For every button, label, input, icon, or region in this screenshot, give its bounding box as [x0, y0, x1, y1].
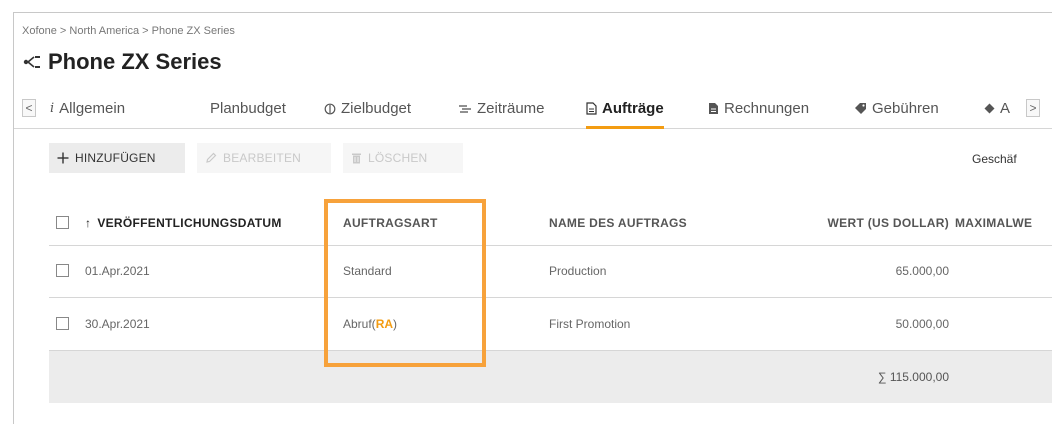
document-icon	[586, 102, 597, 115]
sum-row: ∑ 115.000,00	[49, 351, 1052, 403]
highlight-box-order-type	[324, 199, 486, 367]
sort-ascending-icon: ↑	[85, 216, 92, 230]
tag-icon	[854, 102, 867, 115]
diamond-icon	[984, 103, 995, 114]
table-row[interactable]: 01.Apr.2021 Standard Production 65.000,0…	[49, 245, 1052, 298]
breadcrumb: Xofone > North America > Phone ZX Series	[22, 25, 235, 37]
tab-gebuehren[interactable]: Gebühren	[854, 89, 939, 128]
info-icon: i	[50, 100, 55, 116]
tab-planbudget[interactable]: Planbudget	[210, 89, 286, 128]
select-all-checkbox[interactable]	[56, 216, 69, 229]
hierarchy-icon	[22, 52, 44, 72]
row-checkbox[interactable]	[56, 317, 69, 330]
column-header-maximum[interactable]: MAXIMALWE	[955, 216, 1032, 230]
trash-icon	[351, 152, 362, 164]
table-row[interactable]: 30.Apr.2021 Abruf(RA) First Promotion 50…	[49, 298, 1052, 351]
pencil-icon	[205, 152, 217, 164]
invoice-icon	[708, 102, 719, 115]
main-panel: Xofone > North America > Phone ZX Series…	[13, 12, 1052, 424]
page-title: Phone ZX Series	[48, 49, 222, 74]
row-checkbox[interactable]	[56, 264, 69, 277]
sum-icon: ∑	[877, 370, 887, 384]
delete-button[interactable]: LÖSCHEN	[343, 143, 463, 173]
tab-zielbudget[interactable]: Zielbudget	[324, 89, 411, 128]
tab-zeitraeume[interactable]: Zeiträume	[458, 89, 545, 128]
tab-scroll-left-button[interactable]: <	[22, 99, 36, 117]
tab-scroll-right-button[interactable]: >	[1026, 99, 1040, 117]
tab-rechnungen[interactable]: Rechnungen	[708, 89, 809, 128]
target-icon	[324, 103, 336, 115]
tab-allgemein[interactable]: i Allgemein	[50, 89, 125, 128]
add-button[interactable]: HINZUFÜGEN	[49, 143, 185, 173]
cell-order-name: Production	[549, 264, 607, 278]
tab-a[interactable]: A	[984, 89, 1010, 128]
cell-value: 50.000,00	[895, 317, 949, 331]
column-header-publication-date[interactable]: ↑ VERÖFFENTLICHUNGSDATUM	[85, 216, 282, 230]
column-header-order-name[interactable]: NAME DES AUFTRAGS	[549, 216, 687, 230]
timeline-icon	[458, 103, 472, 115]
cell-order-name: First Promotion	[549, 317, 631, 331]
cell-value: 65.000,00	[895, 264, 949, 278]
cell-publication-date: 30.Apr.2021	[85, 317, 150, 331]
sum-value: ∑ 115.000,00	[877, 370, 949, 384]
page-header: Phone ZX Series	[22, 49, 222, 75]
breadcrumb-item-xofone[interactable]: Xofone	[22, 25, 57, 37]
breadcrumb-item-current: Phone ZX Series	[151, 25, 235, 37]
business-area-label: Geschäf	[972, 152, 1017, 166]
cell-publication-date: 01.Apr.2021	[85, 264, 150, 278]
table-header: ↑ VERÖFFENTLICHUNGSDATUM AUFTRAGSART NAME…	[49, 199, 1052, 246]
tab-bar: < i Allgemein Planbudget Zielbudget Zeit…	[14, 89, 1052, 129]
tab-auftraege[interactable]: Aufträge	[586, 89, 664, 129]
plus-icon	[57, 152, 69, 164]
breadcrumb-item-north-america[interactable]: North America	[69, 25, 139, 37]
edit-button[interactable]: BEARBEITEN	[197, 143, 331, 173]
column-header-value[interactable]: WERT (US DOLLAR)	[799, 216, 949, 230]
